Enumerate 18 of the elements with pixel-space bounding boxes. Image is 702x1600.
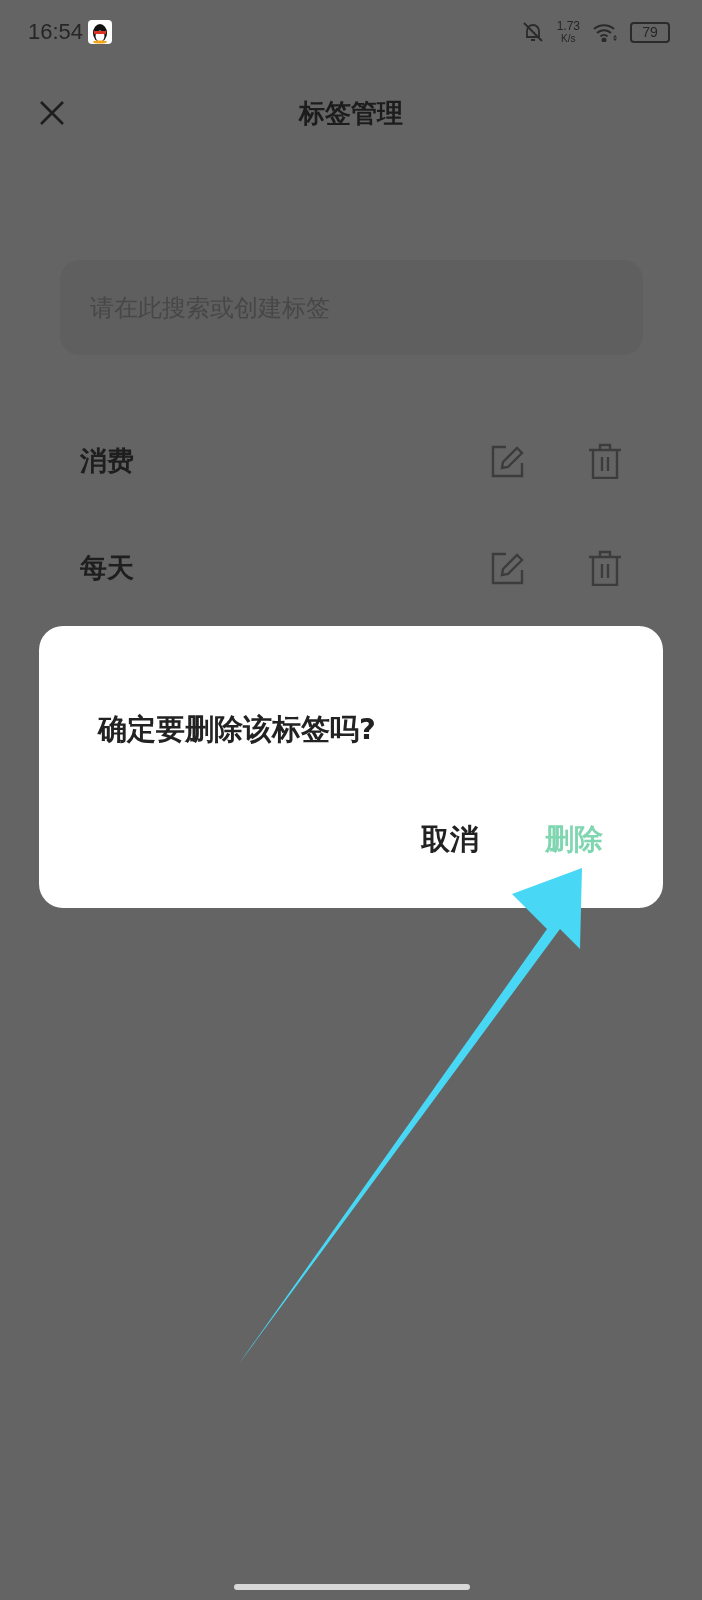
muted-bell-icon [520, 20, 545, 44]
edit-icon[interactable] [490, 443, 524, 478]
battery-level: 79 [630, 21, 670, 43]
speed-unit: K/s [561, 34, 576, 44]
page-title: 标签管理 [299, 96, 403, 130]
tag-name: 消费 [80, 443, 135, 478]
wifi-icon [592, 22, 618, 42]
network-speed: 1.73 [556, 20, 580, 32]
home-indicator[interactable] [234, 1584, 470, 1590]
cancel-button[interactable]: 取消 [421, 820, 479, 860]
edit-icon[interactable] [490, 550, 524, 585]
app-icon [88, 20, 113, 44]
tag-name: 每天 [80, 550, 135, 585]
trash-icon[interactable] [588, 549, 622, 586]
dialog-message: 确定要删除该标签吗? [98, 711, 377, 748]
close-icon[interactable] [39, 100, 65, 126]
clock-time: 16:54 [28, 19, 84, 45]
trash-icon[interactable] [588, 442, 622, 479]
